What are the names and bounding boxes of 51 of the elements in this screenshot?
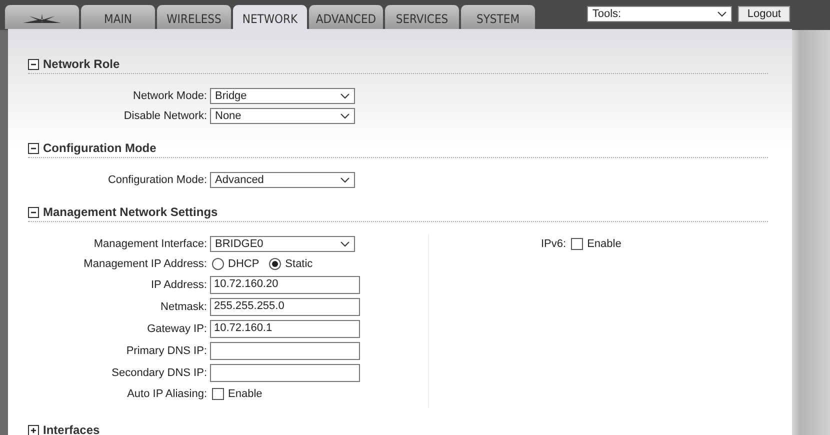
- field-label: IPv6:: [541, 238, 568, 250]
- radio-button[interactable]: [212, 258, 224, 270]
- chevron-down-icon: [717, 11, 728, 17]
- tab[interactable]: NETWORK: [233, 5, 307, 30]
- input-field[interactable]: [210, 342, 360, 360]
- chevron-down-icon: [340, 241, 350, 247]
- dropdown[interactable]: Advanced: [210, 172, 355, 188]
- input-field[interactable]: 10.72.160.20: [210, 276, 360, 294]
- dropdown[interactable]: Bridge: [210, 88, 355, 104]
- field-label: Auto IP Aliasing:: [126, 388, 208, 400]
- tab[interactable]: MAIN: [81, 5, 155, 29]
- section-title: Configuration Mode: [43, 141, 156, 155]
- chevron-down-icon: [340, 93, 350, 99]
- tab[interactable]: ADVANCED: [309, 5, 383, 29]
- chevron-down-icon: [340, 177, 350, 183]
- collapse-icon[interactable]: [28, 206, 39, 218]
- tab[interactable]: WIRELESS: [157, 5, 231, 29]
- input-field[interactable]: 255.255.255.0: [210, 298, 360, 316]
- option-label: Enable: [587, 238, 622, 250]
- tab[interactable]: SERVICES: [385, 5, 459, 29]
- dropdown[interactable]: None: [210, 108, 355, 124]
- logout-button[interactable]: Logout: [738, 6, 790, 22]
- checkbox[interactable]: [212, 388, 224, 400]
- expand-icon[interactable]: [28, 424, 39, 435]
- field-label: Gateway IP:: [146, 323, 208, 335]
- option-label: DHCP: [228, 258, 260, 270]
- collapse-icon[interactable]: [28, 58, 39, 70]
- field-label: Primary DNS IP:: [125, 345, 208, 357]
- field-label: Network Mode:: [132, 90, 208, 102]
- tab[interactable]: SYSTEM: [461, 5, 535, 29]
- checkbox[interactable]: [571, 238, 584, 250]
- chevron-down-icon: [340, 113, 350, 119]
- section-title: Network Role: [43, 57, 120, 71]
- field-label: Netmask:: [160, 301, 208, 313]
- collapse-icon[interactable]: [28, 142, 39, 154]
- option-label: Static: [285, 258, 313, 270]
- field-label: Configuration Mode:: [106, 174, 208, 186]
- radio-button[interactable]: [269, 258, 282, 270]
- input-field[interactable]: [210, 364, 360, 382]
- field-label: Management Interface:: [92, 238, 208, 250]
- field-label: Secondary DNS IP:: [110, 367, 208, 379]
- tools-dropdown[interactable]: Tools:: [587, 6, 732, 22]
- option-label: Enable: [228, 388, 262, 400]
- input-field[interactable]: 10.72.160.1: [210, 320, 360, 338]
- field-label: Disable Network:: [122, 110, 208, 122]
- field-label: IP Address:: [150, 279, 208, 291]
- section-title: Management Network Settings: [43, 205, 218, 219]
- logo-tab[interactable]: [5, 5, 79, 29]
- dropdown[interactable]: BRIDGE0: [210, 236, 355, 252]
- section-title: Interfaces: [43, 423, 100, 435]
- field-label: Management IP Address:: [82, 258, 208, 270]
